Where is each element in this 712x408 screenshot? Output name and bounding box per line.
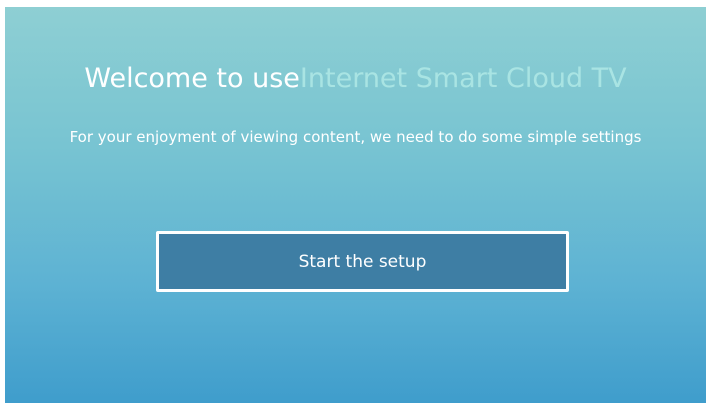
start-setup-button[interactable]: Start the setup bbox=[156, 231, 569, 292]
welcome-subtitle: For your enjoyment of viewing content, w… bbox=[69, 128, 642, 146]
welcome-title: Welcome to useInternet Smart Cloud TV bbox=[5, 61, 706, 97]
welcome-screen: Welcome to useInternet Smart Cloud TV Fo… bbox=[5, 7, 706, 403]
welcome-title-prefix: Welcome to use bbox=[84, 63, 300, 94]
start-setup-label: Start the setup bbox=[298, 251, 427, 272]
brand-name: Internet Smart Cloud TV bbox=[299, 63, 627, 94]
